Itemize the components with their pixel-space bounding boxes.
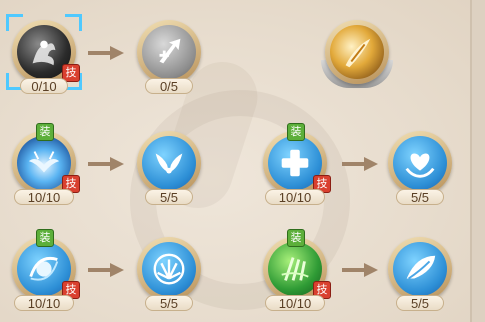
skill-level-counter: 5/5 xyxy=(145,295,193,311)
upgrade-arrow-icon xyxy=(342,157,378,171)
panel-scroll-edge xyxy=(470,0,485,322)
skill-node-green-nature[interactable]: 装 技 10/10 xyxy=(263,229,331,311)
wings-icon xyxy=(142,136,196,190)
skill-level-counter: 5/5 xyxy=(396,295,444,311)
leaf-wind-icon xyxy=(393,242,447,296)
skill-tree-panel: 技 0/10 0/5 技 10/10 5/5 装 技 10/10 5/5 装 技… xyxy=(0,0,470,322)
upgrade-arrow-icon xyxy=(88,263,124,277)
equip-tag: 装 xyxy=(287,123,305,141)
skill-node-dark-spirit[interactable]: 技 0/10 xyxy=(6,14,82,94)
skill-node-blue-cross-heal[interactable]: 装 技 10/10 xyxy=(263,123,331,205)
burst-icon xyxy=(142,242,196,296)
upgrade-arrow-icon xyxy=(342,263,378,277)
upgrade-arrow-icon xyxy=(88,157,124,171)
upgrade-arrow-icon xyxy=(88,46,124,60)
skill-level-counter: 5/5 xyxy=(396,189,444,205)
skill-level-counter: 0/5 xyxy=(145,78,193,94)
equip-tag: 装 xyxy=(36,123,54,141)
passive-node-leaf-wind[interactable]: 5/5 xyxy=(388,237,452,311)
passive-node-heal-upgrade[interactable]: 0/5 xyxy=(137,20,201,94)
skill-level-counter: 10/10 xyxy=(265,295,325,311)
skill-level-counter: 10/10 xyxy=(265,189,325,205)
passive-node-heart-hands[interactable]: 5/5 xyxy=(388,131,452,205)
skill-level-counter: 10/10 xyxy=(14,189,74,205)
skill-level-counter: 10/10 xyxy=(14,295,74,311)
special-node-golden[interactable] xyxy=(321,20,393,88)
equip-tag: 装 xyxy=(36,229,54,247)
equip-tag: 装 xyxy=(287,229,305,247)
skill-level-counter: 5/5 xyxy=(145,189,193,205)
passive-node-burst[interactable]: 5/5 xyxy=(137,237,201,311)
golden-feather-icon xyxy=(330,25,384,79)
heart-hands-icon xyxy=(393,136,447,190)
skill-level-counter: 0/10 xyxy=(20,78,68,94)
passive-node-wings[interactable]: 5/5 xyxy=(137,131,201,205)
skill-node-blue-vortex[interactable]: 装 技 10/10 xyxy=(12,229,80,311)
heal-upgrade-icon xyxy=(142,25,196,79)
